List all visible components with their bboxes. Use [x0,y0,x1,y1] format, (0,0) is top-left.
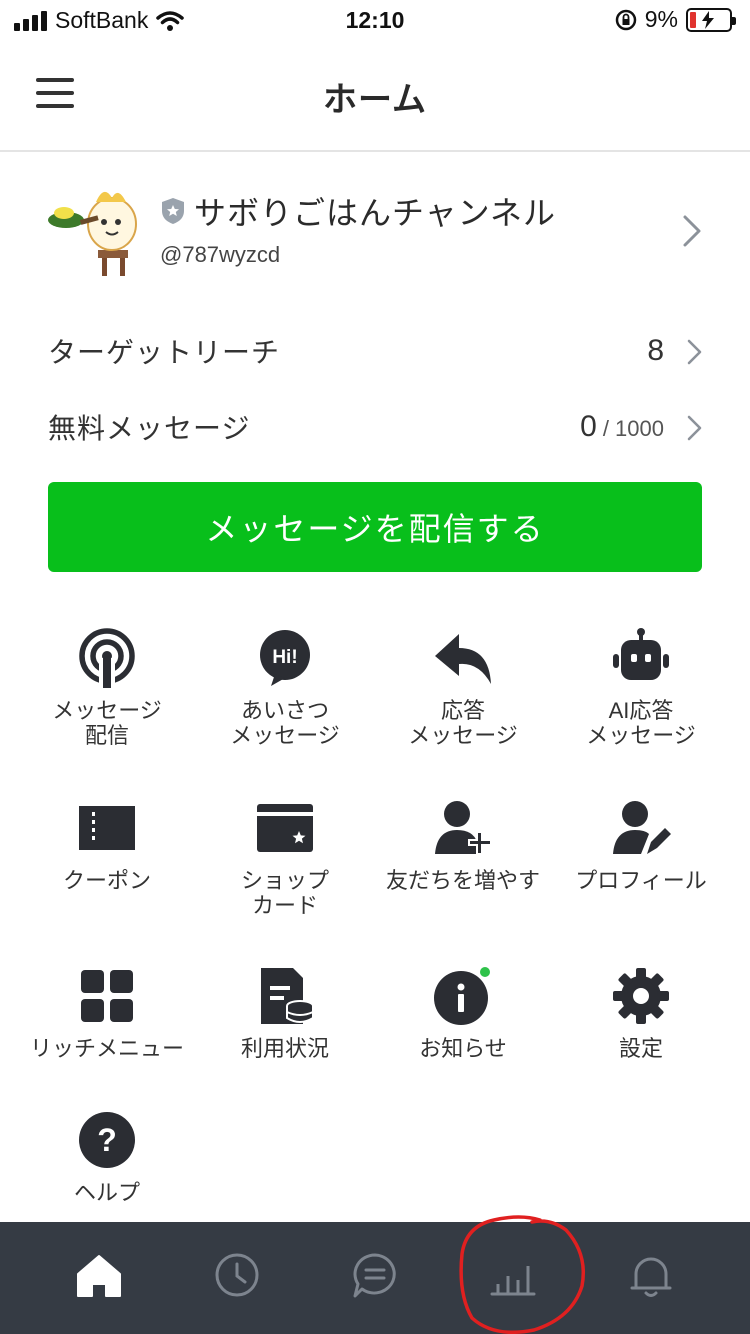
menu-item-settings[interactable]: 設定 [552,966,730,1061]
menu-item-message-broadcast[interactable]: メッセージ 配信 [18,628,196,748]
info-icon [434,966,492,1025]
bell-icon[interactable] [626,1250,676,1300]
shield-badge-icon [162,198,184,224]
account-name: サボりごはんチャンネル [194,195,557,231]
menu-item-greeting-message[interactable]: Hi! あいさつ メッセージ [196,628,374,748]
menu-label: クーポン [62,868,151,893]
menu-item-profile[interactable]: プロフィール [552,798,730,893]
send-message-button[interactable]: メッセージを配信する [48,482,702,572]
status-right: 9% [615,6,736,33]
profile-icon [613,801,671,854]
robot-icon [613,628,669,680]
account-avatar [48,191,137,276]
app-header: ホーム [0,44,750,152]
bottom-nav [0,1222,750,1334]
menu-label: プロフィール [575,868,707,893]
free-messages-limit: / 1000 [602,416,664,441]
target-reach-value: 8 [647,334,664,367]
shop-card-icon [257,804,313,852]
chevron-right-icon [687,415,702,441]
free-messages-used: 0 [580,410,597,443]
account-row[interactable]: サボりごはんチャンネル @787wyzcd [0,172,750,290]
menu-item-response-message[interactable]: 応答 メッセージ [374,628,552,748]
usage-icon [261,968,314,1024]
menu-item-add-friends[interactable]: 友だちを増やす [374,798,552,893]
menu-label: 友だちを増やす [385,868,540,893]
menu-label: ヘルプ [73,1180,140,1205]
menu-item-help[interactable]: ? ヘルプ [18,1110,196,1205]
menu-item-shop-card[interactable]: ショップ カード [196,798,374,918]
menu-label: 利用状況 [240,1036,329,1061]
orientation-lock-icon [615,9,636,30]
account-name-row: サボりごはんチャンネル [160,188,556,234]
broadcast-icon [79,628,135,688]
account-id: @787wyzcd [160,242,281,267]
svg-text:?: ? [97,1122,117,1158]
add-friend-icon [435,801,492,855]
home-icon[interactable] [74,1250,124,1300]
menu-label: ショップ カード [240,868,329,918]
chart-icon[interactable] [488,1250,538,1300]
menu-item-rich-menu[interactable]: リッチメニュー [18,966,196,1061]
menu-label: メッセージ 配信 [52,698,162,748]
menu-item-usage[interactable]: 利用状況 [196,966,374,1061]
menu-label: AI応答 メッセージ [586,698,696,748]
menu-label: 設定 [618,1036,663,1061]
menu-item-notices[interactable]: お知らせ [374,966,552,1061]
coupon-icon [79,806,135,850]
page-title: ホーム [323,81,427,119]
target-reach-label: ターゲットリーチ [48,337,281,368]
rich-menu-icon [81,970,133,1022]
menu-item-coupon[interactable]: クーポン [18,798,196,893]
target-reach-row[interactable]: ターゲットリーチ 8 [48,326,704,376]
chevron-right-icon [683,215,701,247]
help-icon: ? [79,1112,135,1168]
greeting-icon: Hi! [260,630,310,686]
menu-item-ai-response-message[interactable]: AI応答 メッセージ [552,628,730,748]
chat-icon[interactable] [350,1250,400,1300]
svg-text:Hi!: Hi! [272,647,297,668]
chevron-right-icon [687,339,702,365]
menu-label: お知らせ [419,1036,507,1061]
battery-percent: 9% [644,6,678,32]
menu-label: 応答 メッセージ [408,698,518,748]
free-messages-row[interactable]: 無料メッセージ 0 / 1000 [48,402,704,452]
reply-icon [435,634,491,684]
menu-label: リッチメニュー [29,1036,184,1061]
clock-icon[interactable] [212,1250,262,1300]
status-bar: SoftBank 12:10 9% [0,0,750,44]
free-messages-label: 無料メッセージ [48,413,251,444]
menu-label: あいさつ メッセージ [230,698,340,748]
gear-icon [613,968,669,1024]
battery-icon [686,7,736,32]
